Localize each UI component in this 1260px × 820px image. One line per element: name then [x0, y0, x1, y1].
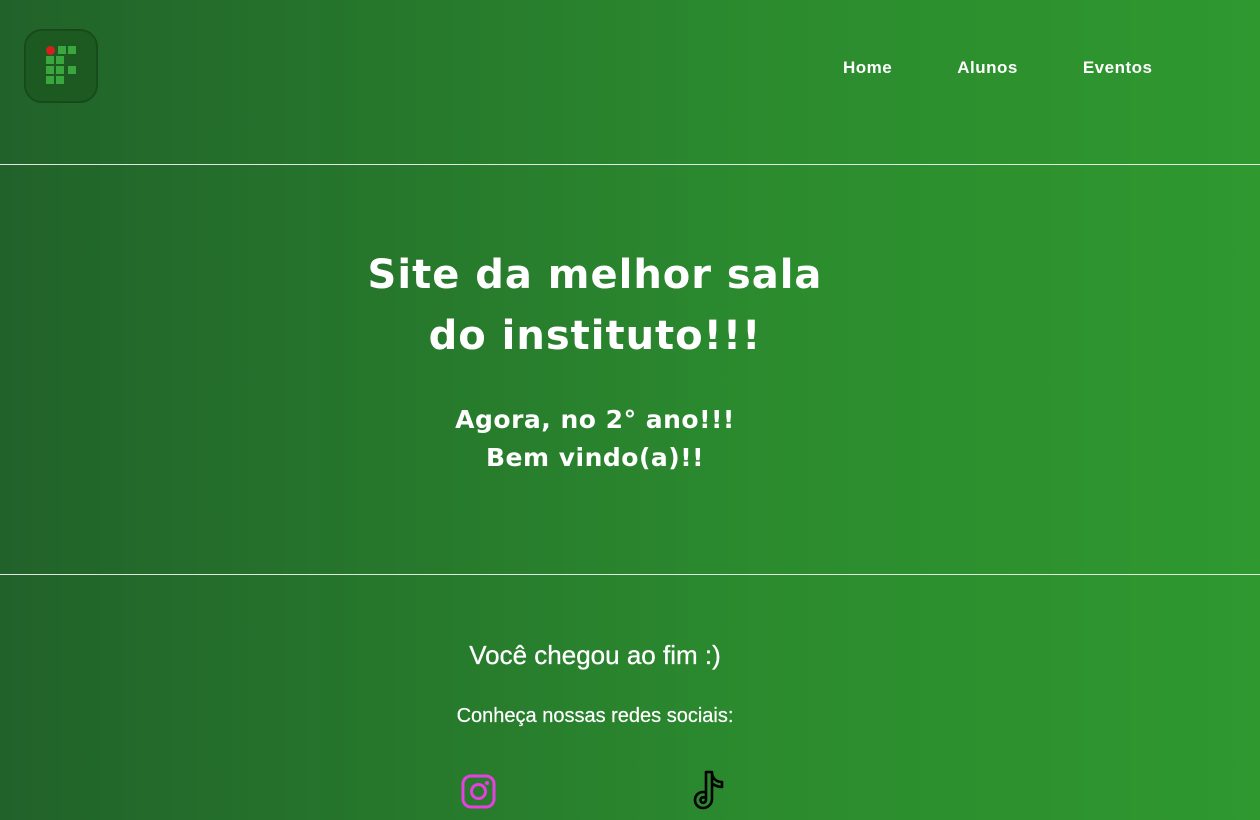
hero-title-line1: Site da melhor sala — [367, 252, 823, 298]
nav-home[interactable]: Home — [843, 58, 892, 78]
logo-square — [68, 46, 76, 54]
logo-square — [46, 66, 54, 74]
hero-title-line2: do instituto!!! — [428, 313, 762, 359]
tiktok-link[interactable] — [690, 768, 732, 814]
instagram-link[interactable] — [460, 773, 497, 810]
hero-title: Site da melhor sala do instituto!!! — [345, 245, 845, 367]
institute-logo[interactable] — [24, 29, 98, 103]
logo-square — [58, 46, 66, 54]
hero-subtitle-line1: Agora, no 2° ano!!! — [455, 405, 735, 434]
logo-square — [56, 56, 64, 64]
hero-subtitle-line2: Bem vindo(a)!! — [485, 443, 705, 472]
logo-square — [46, 76, 54, 84]
logo-square — [68, 66, 76, 74]
instagram-icon — [461, 774, 496, 809]
tiktok-icon — [693, 770, 724, 810]
nav-alunos[interactable]: Alunos — [957, 58, 1018, 78]
main-nav: Home Alunos Eventos — [843, 58, 1152, 78]
logo-square — [46, 56, 54, 64]
hero-section: Site da melhor sala do instituto!!! Agor… — [0, 165, 1260, 575]
logo-square — [56, 76, 64, 84]
site-header: Home Alunos Eventos — [0, 0, 1260, 165]
logo-red-dot — [46, 46, 55, 55]
hero-subtitle: Agora, no 2° ano!!! Bem vindo(a)!! — [345, 401, 845, 477]
nav-eventos[interactable]: Eventos — [1083, 58, 1153, 78]
logo-square — [56, 66, 64, 74]
footer-title: Você chegou ao fim :) — [469, 640, 721, 670]
footer-subtitle: Conheça nossas redes sociais: — [456, 705, 734, 727]
